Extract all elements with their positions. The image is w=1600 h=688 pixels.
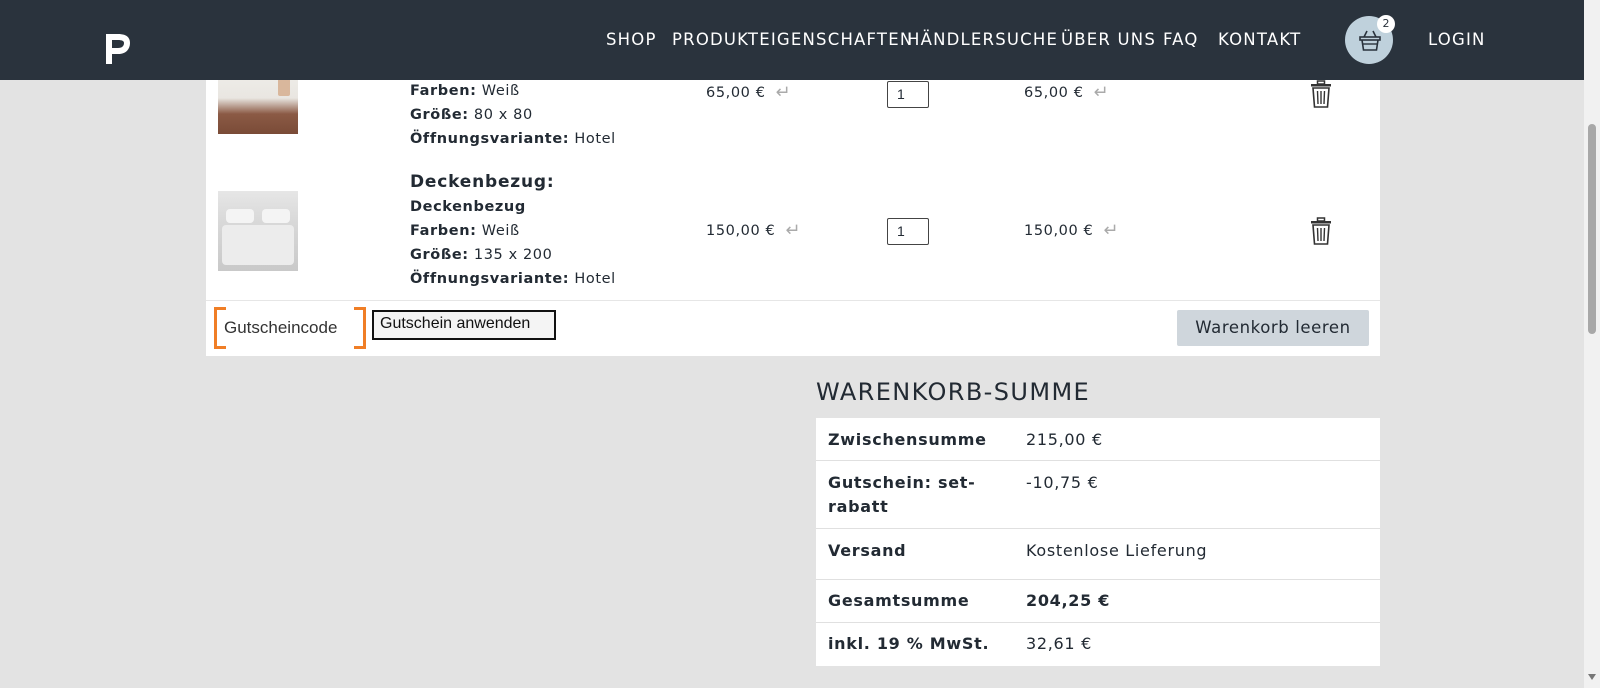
colors-label: Farben:	[410, 83, 477, 99]
size-value: 135 x 200	[473, 247, 553, 263]
totals-value: 215,00 €	[1026, 430, 1103, 449]
totals-value: 204,25 €	[1026, 591, 1111, 610]
cart-count-badge: 2	[1377, 15, 1395, 33]
totals-table: Zwischensumme 215,00 € Gutschein: set-ra…	[816, 418, 1380, 666]
brand-logo[interactable]	[104, 30, 132, 66]
totals-label: Versand	[828, 541, 907, 560]
nav-shop[interactable]: SHOP	[606, 30, 657, 49]
totals-value: Kostenlose Lieferung	[1026, 541, 1208, 560]
unit-price: 65,00 € ↵	[706, 82, 791, 103]
opening-label: Öffnungsvariante:	[410, 131, 570, 147]
line-subtotal: 150,00 € ↵	[1024, 220, 1119, 241]
scroll-down-arrow-icon[interactable]	[1588, 674, 1596, 680]
unit-price-value: 65,00 €	[706, 84, 766, 101]
size-value: 80 x 80	[473, 107, 533, 123]
product-info: Deckenbezug: Deckenbezug Farben: Weiß Gr…	[410, 169, 616, 291]
site-header: SHOP PRODUKTEIGENSCHAFTEN HÄNDLERSUCHE Ü…	[0, 0, 1600, 80]
nav-produkteigenschaften[interactable]: PRODUKTEIGENSCHAFTEN	[672, 30, 913, 49]
shopping-basket-icon	[1359, 30, 1381, 51]
totals-row-subtotal: Zwischensumme 215,00 €	[816, 418, 1380, 461]
colors-label: Farben:	[410, 223, 477, 239]
totals-row-coupon: Gutschein: set-rabatt -10,75 €	[816, 461, 1380, 529]
totals-label: Gesamtsumme	[828, 591, 970, 610]
return-arrow-icon: ↵	[775, 82, 792, 103]
opening-label: Öffnungsvariante:	[410, 271, 570, 287]
line-subtotal-value: 150,00 €	[1024, 222, 1094, 239]
colors-value: Weiß	[481, 223, 520, 239]
totals-row-total: Gesamtsumme 204,25 €	[816, 580, 1380, 623]
colors-value: Weiß	[481, 83, 520, 99]
opening-value: Hotel	[574, 271, 616, 287]
totals-row-shipping: Versand Kostenlose Lieferung	[816, 529, 1380, 580]
product-info: Farben: Weiß Größe: 80 x 80 Öffnungsvari…	[410, 79, 616, 151]
return-arrow-icon: ↵	[1103, 220, 1120, 241]
nav-haendlersuche[interactable]: HÄNDLERSUCHE	[907, 30, 1058, 49]
apply-coupon-button[interactable]: Gutschein anwenden	[372, 310, 556, 340]
trash-icon[interactable]	[1310, 217, 1332, 245]
nav-login[interactable]: LOGIN	[1428, 30, 1486, 49]
totals-label: Zwischensumme	[828, 430, 987, 449]
unit-price-value: 150,00 €	[706, 222, 776, 239]
scrollbar-thumb[interactable]	[1588, 124, 1596, 334]
product-name: Deckenbezug	[410, 199, 526, 215]
scrollbar[interactable]	[1584, 0, 1600, 688]
line-subtotal-value: 65,00 €	[1024, 84, 1084, 101]
nav-ueber-uns[interactable]: ÜBER UNS	[1061, 30, 1156, 49]
quantity-input[interactable]: 1	[887, 218, 929, 245]
product-image[interactable]	[218, 191, 298, 271]
coupon-input[interactable]: Gutscheincode	[214, 307, 366, 349]
line-subtotal: 65,00 € ↵	[1024, 82, 1109, 103]
unit-price: 150,00 € ↵	[706, 220, 801, 241]
quantity-input[interactable]: 1	[887, 81, 929, 108]
return-arrow-icon: ↵	[1093, 82, 1110, 103]
return-arrow-icon: ↵	[785, 220, 802, 241]
trash-icon[interactable]	[1310, 80, 1332, 108]
nav-kontakt[interactable]: KONTAKT	[1218, 30, 1301, 49]
cart-row: Deckenbezug: Deckenbezug Farben: Weiß Gr…	[206, 160, 1380, 300]
size-label: Größe:	[410, 107, 469, 123]
clear-cart-button[interactable]: Warenkorb leeren	[1177, 310, 1369, 346]
opening-value: Hotel	[574, 131, 616, 147]
totals-label: Gutschein: set-rabatt	[828, 473, 976, 516]
row-divider	[206, 300, 1380, 301]
totals-value: -10,75 €	[1026, 473, 1099, 492]
nav-faq[interactable]: FAQ	[1163, 30, 1199, 49]
totals-label: inkl. 19 % MwSt.	[828, 634, 990, 653]
totals-row-tax: inkl. 19 % MwSt. 32,61 €	[816, 623, 1380, 666]
coupon-placeholder: Gutscheincode	[224, 318, 338, 337]
totals-heading: WARENKORB-SUMME	[816, 378, 1091, 406]
product-title[interactable]: Deckenbezug:	[410, 169, 616, 195]
size-label: Größe:	[410, 247, 469, 263]
totals-value: 32,61 €	[1026, 634, 1092, 653]
